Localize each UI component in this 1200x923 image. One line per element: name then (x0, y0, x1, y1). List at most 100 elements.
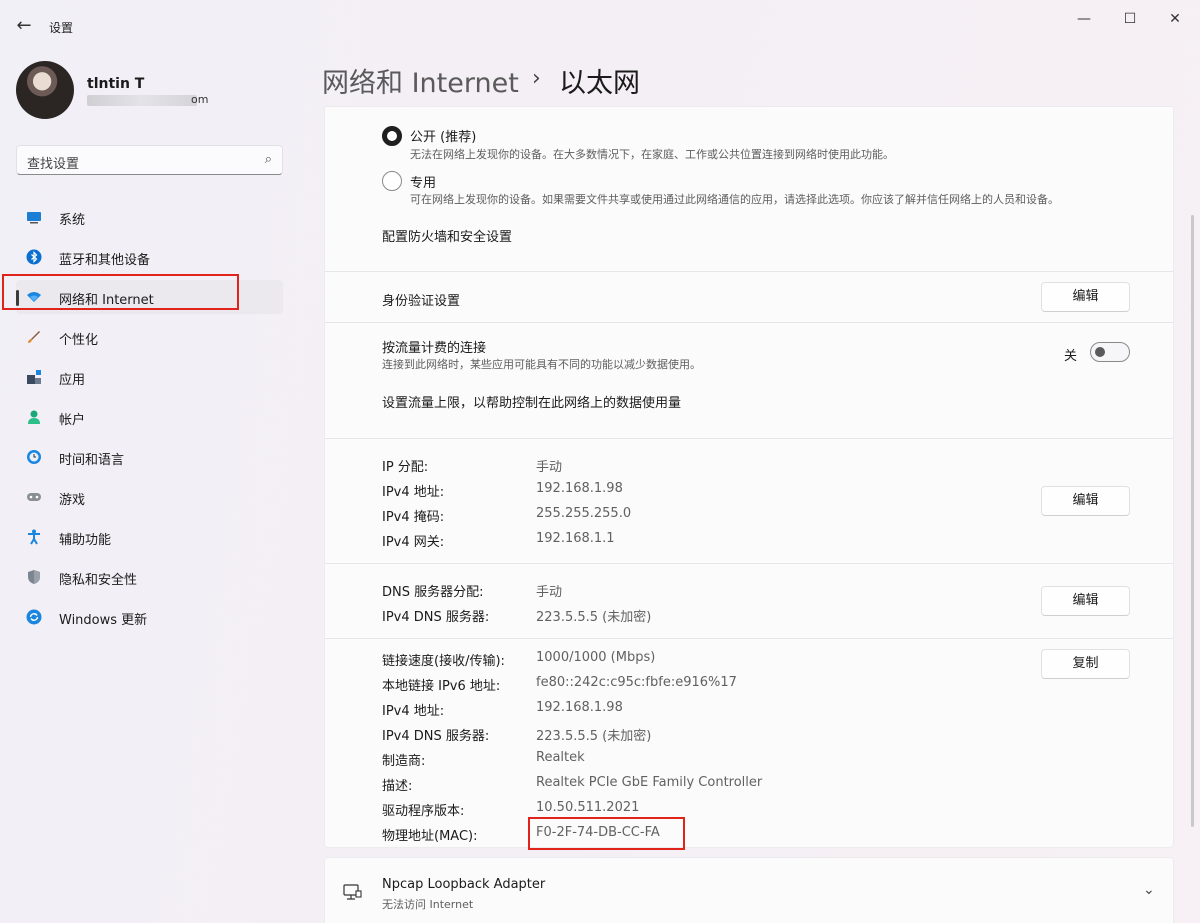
property-value: Realtek PCIe GbE Family Controller (536, 775, 763, 790)
auth-label: 身份验证设置 (382, 294, 461, 309)
property-label: 描述: (382, 779, 413, 794)
property-label: 驱动程序版本: (382, 804, 465, 819)
windows-update-icon (26, 609, 42, 625)
highlight-box (528, 817, 685, 850)
sidebar-item-gaming[interactable]: 游戏 (16, 480, 283, 514)
sidebar-item-bluetooth[interactable]: 蓝牙和其他设备 (16, 240, 283, 274)
private-desc: 可在网络上发现你的设备。如果需要文件共享或使用通过此网络通信的应用，请选择此选项… (410, 193, 1059, 206)
user-name: tlntin T (87, 76, 145, 92)
page-title: 以太网 (559, 68, 640, 99)
auth-edit-button[interactable]: 编辑 (1041, 282, 1130, 312)
sidebar-item-label: 蓝牙和其他设备 (59, 253, 151, 268)
divider (325, 438, 1173, 439)
sidebar-item-label: 隐私和安全性 (59, 573, 138, 588)
sidebar-item-accounts[interactable]: 帐户 (16, 400, 283, 434)
metered-state: 关 (1064, 349, 1078, 364)
private-label: 专用 (410, 176, 437, 191)
ip-label: IPv4 地址: (382, 485, 445, 500)
property-value: fe80::242c:c95c:fbfe:e916%17 (536, 675, 737, 690)
sidebar-item-personalization[interactable]: 个性化 (16, 320, 283, 354)
metered-label: 按流量计费的连接 (382, 341, 487, 356)
search-icon[interactable]: ⌕ (265, 152, 272, 167)
time-language-icon (27, 450, 41, 464)
dns-label: IPv4 DNS 服务器: (382, 610, 490, 625)
maximize-button[interactable]: ☐ (1110, 6, 1150, 32)
apps-icon (27, 370, 41, 384)
sidebar-item-system[interactable]: 系统 (16, 200, 283, 234)
firewall-link[interactable]: 配置防火墙和安全设置 (382, 226, 512, 245)
divider (325, 271, 1173, 272)
sidebar-item-time-language[interactable]: 时间和语言 (16, 440, 283, 474)
sidebar-item-label: 游戏 (59, 493, 86, 508)
close-button[interactable]: ✕ (1155, 6, 1195, 32)
radio-public[interactable] (382, 126, 402, 146)
user-email: om (191, 93, 209, 106)
dns-value: 223.5.5.5 (未加密) (536, 610, 652, 625)
sidebar-item-label: 帐户 (59, 413, 86, 428)
title-bar: ← 设置 — ☐ ✕ (0, 0, 1200, 50)
avatar[interactable] (16, 61, 74, 119)
app-title: 设置 (49, 21, 74, 35)
property-label: 链接速度(接收/传输): (382, 654, 505, 669)
sidebar-item-privacy[interactable]: 隐私和安全性 (16, 560, 283, 594)
dns-label: DNS 服务器分配: (382, 585, 484, 600)
email-redaction (87, 95, 197, 106)
sidebar-item-label: Windows 更新 (59, 613, 148, 628)
metered-desc: 连接到此网络时，某些应用可能具有不同的功能以减少数据使用。 (382, 358, 701, 371)
ip-label: IPv4 网关: (382, 535, 445, 550)
accessibility-icon (28, 529, 40, 545)
ip-edit-button[interactable]: 编辑 (1041, 486, 1130, 516)
sidebar-item-windows-update[interactable]: Windows 更新 (16, 600, 283, 634)
public-desc: 无法在网络上发现你的设备。在大多数情况下，在家庭、工作或公共位置连接到网络时使用… (410, 148, 894, 161)
sidebar-item-label: 系统 (59, 213, 86, 228)
gaming-icon (27, 493, 41, 501)
system-icon (27, 212, 41, 224)
accounts-icon (28, 410, 40, 424)
sidebar-item-label: 辅助功能 (59, 533, 112, 548)
highlight-box (2, 274, 239, 310)
copy-button[interactable]: 复制 (1041, 649, 1130, 679)
ip-label: IPv4 掩码: (382, 510, 445, 525)
dns-value: 手动 (536, 585, 563, 600)
chevron-down-icon[interactable]: ⌄ (1143, 882, 1155, 898)
shield-icon (28, 570, 40, 584)
sidebar-item-label: 时间和语言 (59, 453, 125, 468)
property-value: 10.50.511.2021 (536, 800, 640, 815)
sidebar-item-apps[interactable]: 应用 (16, 360, 283, 394)
ip-value: 192.168.1.98 (536, 481, 623, 496)
property-label: IPv4 DNS 服务器: (382, 729, 490, 744)
ip-value: 手动 (536, 460, 563, 475)
metered-toggle[interactable] (1090, 342, 1130, 362)
sidebar-item-label: 应用 (59, 373, 86, 388)
toggle-knob (1095, 347, 1105, 357)
breadcrumb-separator: › (532, 66, 541, 91)
scrollbar[interactable] (1191, 215, 1194, 827)
property-value: 1000/1000 (Mbps) (536, 650, 656, 665)
property-label: IPv4 地址: (382, 704, 445, 719)
ethernet-adapter-icon (343, 884, 362, 900)
bluetooth-icon (26, 249, 42, 265)
search-input[interactable]: 查找设置 ⌕ (16, 145, 283, 175)
search-placeholder: 查找设置 (27, 157, 80, 172)
property-label: 物理地址(MAC): (382, 829, 478, 844)
sidebar-item-accessibility[interactable]: 辅助功能 (16, 520, 283, 554)
divider (325, 563, 1173, 564)
sidebar-item-label: 个性化 (59, 333, 99, 348)
data-limit-link[interactable]: 设置流量上限，以帮助控制在此网络上的数据使用量 (382, 392, 681, 411)
ip-label: IP 分配: (382, 460, 429, 475)
dns-edit-button[interactable]: 编辑 (1041, 586, 1130, 616)
adapter-status: 无法访问 Internet (382, 898, 474, 911)
back-arrow-icon[interactable]: ← (12, 14, 36, 38)
property-value: 192.168.1.98 (536, 700, 623, 715)
divider (325, 322, 1173, 323)
property-label: 制造商: (382, 754, 426, 769)
radio-private[interactable] (382, 171, 402, 191)
public-label: 公开 (推荐) (410, 130, 477, 145)
minimize-button[interactable]: — (1064, 6, 1104, 32)
personalization-icon (28, 331, 40, 343)
breadcrumb-parent[interactable]: 网络和 Internet (322, 61, 519, 100)
property-value: 223.5.5.5 (未加密) (536, 729, 652, 744)
ip-value: 192.168.1.1 (536, 531, 615, 546)
adapter-name: Npcap Loopback Adapter (382, 877, 546, 892)
ip-value: 255.255.255.0 (536, 506, 632, 521)
